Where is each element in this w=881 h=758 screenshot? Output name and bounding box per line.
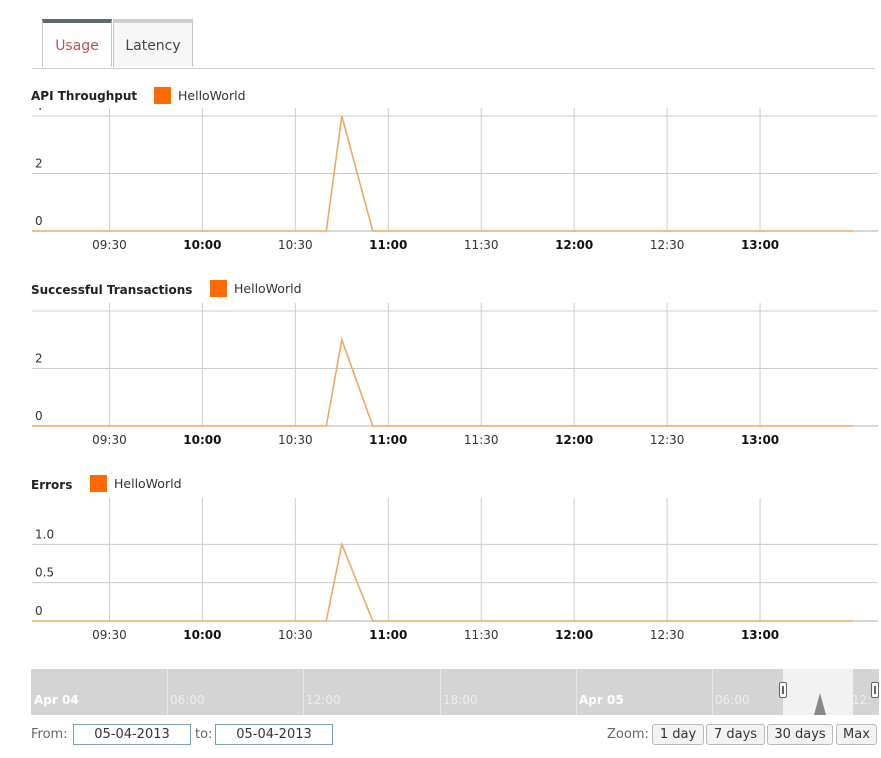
to-date-input[interactable] bbox=[215, 724, 333, 745]
x-tick-label: 09:30 bbox=[92, 628, 127, 642]
nav-label: 18:00 bbox=[443, 693, 478, 707]
x-tick-label: 12:30 bbox=[650, 433, 685, 447]
nav-label: 12:00 bbox=[306, 693, 341, 707]
nav-label: Apr 04 bbox=[34, 693, 79, 707]
x-tick-label: 10:30 bbox=[278, 238, 313, 252]
x-tick-label: 12:30 bbox=[650, 628, 685, 642]
y-tick-label: 2 bbox=[35, 157, 43, 171]
y-tick-label: 2 bbox=[35, 352, 43, 366]
x-tick-label: 12:00 bbox=[555, 433, 593, 447]
to-label: to: bbox=[195, 727, 213, 742]
x-tick-label: 11:30 bbox=[464, 433, 499, 447]
legend-label-throughput: HelloWorld bbox=[178, 88, 246, 103]
series-line-helloworld bbox=[32, 336, 853, 427]
zoom-1-day-button[interactable]: 1 day bbox=[652, 724, 704, 745]
x-tick-label: 13:00 bbox=[741, 433, 779, 447]
zoom-max-button[interactable]: Max bbox=[836, 724, 877, 745]
x-tick-label: 13:00 bbox=[741, 628, 779, 642]
nav-divider bbox=[440, 669, 441, 715]
y-tick-label: 0.5 bbox=[35, 566, 54, 580]
throughput-chart: 09:30 10:00 10:30 11:00 11:30 12:00 12:30 13:00… bbox=[32, 108, 878, 252]
nav-label: 12: bbox=[852, 693, 872, 707]
time-navigator[interactable]: Apr 04 06:00 12:00 18:00 Apr 05 06:00 12… bbox=[31, 669, 879, 715]
y-tick-label: 1.0 bbox=[35, 527, 54, 541]
nav-label: 06:00 bbox=[170, 693, 205, 707]
x-tick-label: 11:00 bbox=[369, 238, 407, 252]
x-tick-label: 12:00 bbox=[555, 628, 593, 642]
nav-label: Apr 05 bbox=[579, 693, 624, 707]
nav-divider bbox=[712, 669, 713, 715]
x-tick-label: 11:30 bbox=[464, 238, 499, 252]
nav-series-peak bbox=[814, 693, 826, 715]
tab-latency[interactable]: Latency bbox=[113, 19, 193, 67]
x-tick-label: 10:00 bbox=[183, 238, 221, 252]
x-tick-label: 10:30 bbox=[278, 433, 313, 447]
chart-title-transactions: Successful Transactions bbox=[31, 283, 193, 297]
legend-label-transactions: HelloWorld bbox=[234, 281, 302, 296]
x-tick-label: 12:00 bbox=[555, 238, 593, 252]
y-tick-label: 0 bbox=[35, 604, 43, 618]
nav-divider bbox=[167, 669, 168, 715]
chart-title-errors: Errors bbox=[31, 478, 73, 492]
x-tick-label: 10:00 bbox=[183, 433, 221, 447]
y-tick-label: 0 bbox=[35, 214, 43, 228]
legend-swatch-errors bbox=[90, 475, 107, 492]
from-label: From: bbox=[31, 727, 68, 742]
from-date-input[interactable] bbox=[73, 724, 191, 745]
x-tick-label: 11:00 bbox=[369, 628, 407, 642]
legend-label-errors: HelloWorld bbox=[114, 476, 182, 491]
zoom-7-days-button[interactable]: 7 days bbox=[706, 724, 765, 745]
transactions-chart: 09:30 10:00 10:30 11:00 11:30 12:00 12:30 13:00… bbox=[32, 303, 878, 447]
nav-divider bbox=[303, 669, 304, 715]
x-tick-label: 10:00 bbox=[183, 628, 221, 642]
nav-divider bbox=[576, 669, 577, 715]
nav-right-handle[interactable] bbox=[871, 682, 879, 698]
y-tick-label: 0 bbox=[35, 409, 43, 423]
errors-chart: 09:30 10:00 10:30 11:00 11:30 12:00 12:30 13:00… bbox=[32, 498, 878, 642]
x-tick-label: 12:30 bbox=[650, 238, 685, 252]
chart-title-throughput: API Throughput bbox=[31, 89, 138, 103]
x-tick-label: 13:00 bbox=[741, 238, 779, 252]
legend-swatch-throughput bbox=[154, 87, 171, 104]
x-tick-label: 09:30 bbox=[92, 238, 127, 252]
zoom-30-days-button[interactable]: 30 days bbox=[767, 724, 833, 745]
x-tick-label: 11:30 bbox=[464, 628, 499, 642]
x-tick-label: 09:30 bbox=[92, 433, 127, 447]
x-tick-label: 10:30 bbox=[278, 628, 313, 642]
tab-divider bbox=[32, 68, 875, 69]
nav-left-handle[interactable] bbox=[779, 682, 787, 698]
nav-label: 06:00 bbox=[715, 693, 750, 707]
x-tick-label: 11:00 bbox=[369, 433, 407, 447]
legend-swatch-transactions bbox=[210, 280, 227, 297]
zoom-label: Zoom: bbox=[607, 727, 649, 742]
tab-usage[interactable]: Usage bbox=[42, 19, 112, 67]
y-tick-label: 4 bbox=[35, 108, 43, 113]
